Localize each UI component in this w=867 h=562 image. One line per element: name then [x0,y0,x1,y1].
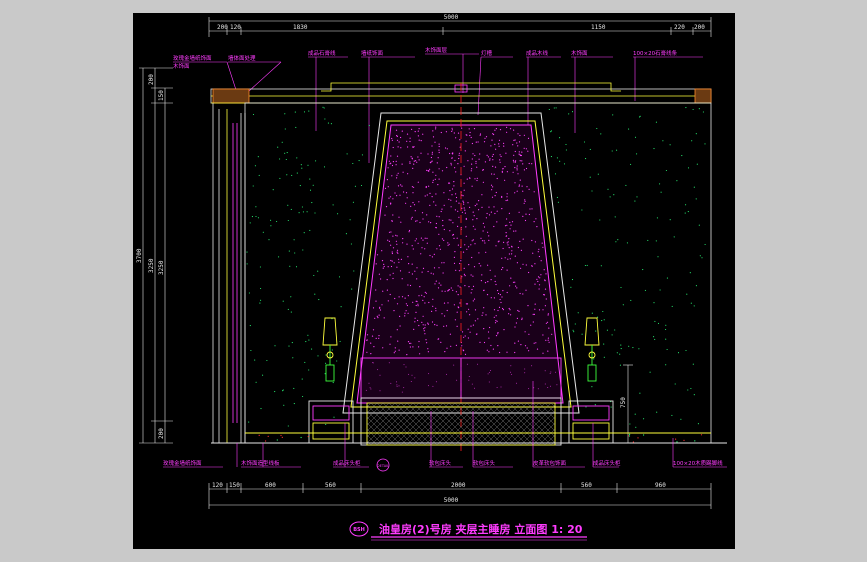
bottom-dim-1: 120 [212,482,223,489]
bottom-note-6: 皮革软包饰面 [533,459,567,467]
top-note-2: 木饰面 [173,62,190,70]
top-note-1: 玫瑰金墙纸饰面 [173,54,212,62]
top-dim-6: 200 [694,24,705,31]
title-block: BSH 油皇房(2)号房 夹层主睡房 立面图 1: 20 [349,521,587,541]
bottom-dim-7: 960 [655,482,666,489]
top-note-10: 100×20石膏线条 [633,49,678,57]
right-dim-label: 750 [620,397,627,408]
bottom-notes: 玫瑰金墙纸饰面 木饰面造型线板 成品床头柜 软包床头 软包床头 皮革软包饰面 成… [163,459,723,467]
top-dim-2: 120 [230,24,241,31]
cad-drawing-canvas: 5000 200 120 1830 1150 220 200 玫瑰金墙纸饰面 木… [133,13,735,549]
bottom-dim-3: 600 [265,482,276,489]
left-dim-3: 3250 [148,258,155,273]
bottom-dim-2: 150 [229,482,240,489]
bottom-note-4: 软包床头 [429,459,452,467]
top-dim-labels: 200 120 1830 1150 220 200 [217,24,705,31]
bottom-note-7: 成品床头柜 [593,459,621,467]
top-dimension-chain [208,17,712,37]
bottom-dim-4: 560 [325,482,336,489]
overall-width-top: 5000 [444,14,459,21]
nightstand-right [568,400,614,444]
top-dim-3: 1830 [293,24,308,31]
left-dim-1: 200 [148,74,155,85]
bottom-note-1: 玫瑰金墙纸饰面 [163,459,202,467]
bottom-note-5: 软包床头 [473,459,496,467]
floor-line [211,432,727,444]
bottom-dim-labels: 120 150 600 560 2000 560 960 [212,482,666,489]
top-note-7: 灯槽 [481,49,493,57]
bottom-note-8: 100×20木质踢脚线 [673,459,723,467]
top-dim-5: 220 [674,24,685,31]
skirting-pattern [258,433,703,443]
left-dim-outer: 3700 [136,248,143,263]
section-tag: DETAIL [377,464,389,468]
nightstand-left [308,400,354,444]
top-note-6: 木饰面层 [425,46,448,54]
drawing-title: 油皇房(2)号房 夹层主睡房 立面图 1: 20 [379,522,583,536]
wall-lamp-right [584,317,600,382]
bottom-note-3: 成品床头柜 [333,459,361,467]
bottom-dim-5: 2000 [451,482,466,489]
bottom-dim-6: 560 [581,482,592,489]
elevation-drawing: 5000 200 120 1830 1150 220 200 玫瑰金墙纸饰面 木… [136,14,727,541]
left-dim-5: 200 [158,428,165,439]
top-dim-1: 200 [217,24,228,31]
left-dim-2: 150 [158,90,165,101]
top-note-9: 木饰面 [571,49,588,57]
left-dimension-chain [139,67,173,444]
top-note-5: 墙纸饰面 [361,49,384,57]
overall-width-bottom: 5000 [444,497,459,504]
top-note-3: 墙体面处理 [228,54,256,62]
top-note-8: 成品木线 [526,49,549,57]
top-notes: 玫瑰金墙纸饰面 木饰面 墙体面处理 成品石膏线 墙纸饰面 木饰面层 灯槽 成品木… [173,46,678,70]
left-dim-4: 3250 [158,260,165,275]
left-wall-panel [212,103,246,443]
wall-lamp-left [322,317,338,382]
top-dim-4: 1150 [591,24,606,31]
bottom-note-2: 木饰面造型线板 [241,459,280,467]
top-note-4: 成品石膏线 [308,49,336,57]
left-dim-labels: 3700 200 150 3250 3250 200 [136,74,165,439]
title-badge-text: BSH [353,527,365,533]
